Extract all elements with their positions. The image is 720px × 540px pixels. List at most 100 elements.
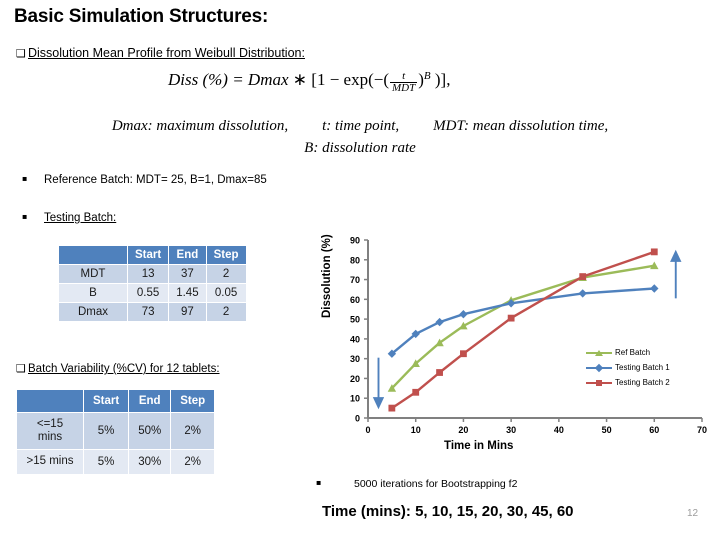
formula-definitions: Dmax: maximum dissolution, t: time point,… [0, 116, 720, 160]
table-header-corner [58, 245, 128, 265]
table-header-end: End [128, 389, 172, 413]
chart-data-point [650, 284, 659, 293]
bullet-dissolution-profile: ❑ Dissolution Mean Profile from Weibull D… [16, 46, 305, 60]
chart-x-tick-label: 60 [649, 425, 659, 435]
chart-y-tick-label: 10 [350, 394, 360, 404]
table-row: <=15 mins 5% 50% 2% [16, 411, 216, 451]
batch-variability-table: Start End Step <=15 mins 5% 50% 2% >15 m… [16, 389, 216, 475]
cell-dmax-step: 2 [205, 302, 247, 322]
cell-le15-end: 50% [128, 411, 172, 451]
formula-operator: ∗ [1 − exp(−( [292, 70, 389, 90]
row-label-mdt: MDT [58, 264, 128, 284]
table-row: >15 mins 5% 30% 2% [16, 449, 216, 475]
bullet-bootstrap: ▪ 5000 iterations for Bootstrapping f2 [316, 478, 517, 490]
formula-fraction-denominator: MDT [392, 82, 416, 95]
small-square-bullet-icon: ▪ [22, 174, 28, 183]
formula-definitions-row-2: B: dissolution rate [0, 138, 720, 160]
cell-gt15-step: 2% [170, 449, 216, 475]
chart-legend-swatch-triangle-icon [586, 348, 612, 358]
table-row: Dmax 73 97 2 [58, 302, 247, 322]
cell-gt15-start: 5% [82, 449, 130, 475]
chart-x-tick-label: 0 [365, 425, 370, 435]
cell-le15-step: 2% [170, 411, 216, 451]
row-label-gt15mins: >15 mins [16, 449, 84, 475]
chart-x-tick-label: 50 [602, 425, 612, 435]
row-label-dmax: Dmax [58, 302, 128, 322]
chart-x-axis-title: Time in Mins [444, 440, 514, 452]
chart-legend-item: Testing Batch 2 [586, 375, 670, 390]
table-header-end: End [168, 245, 207, 265]
row-label-le15mins: <=15 mins [16, 411, 84, 451]
slide-canvas: Basic Simulation Structures: ❑ Dissolutio… [0, 0, 720, 540]
cell-mdt-step: 2 [205, 264, 247, 284]
chart-x-tick-label: 10 [411, 425, 421, 435]
chart-data-point [412, 388, 420, 396]
chart-x-tick-label: 40 [554, 425, 564, 435]
chart-series-line [391, 287, 655, 355]
definition-b: B: dissolution rate [304, 139, 416, 156]
chart-legend-swatch-diamond-icon [586, 363, 612, 373]
table-row: B 0.55 1.45 0.05 [58, 283, 247, 303]
chart-legend-item: Ref Batch [586, 345, 670, 360]
bullet-batch-variability: ❑ Batch Variability (%CV) for 12 tablets: [16, 362, 220, 375]
chart-legend-label: Testing Batch 1 [615, 363, 670, 372]
chart-y-tick-label: 30 [350, 354, 360, 364]
cell-gt15-end: 30% [128, 449, 172, 475]
chart-y-tick-label: 90 [350, 236, 360, 246]
definition-dmax: Dmax: maximum dissolution, [111, 118, 289, 134]
chart-data-point [579, 273, 587, 280]
chart-y-tick-label: 70 [350, 275, 360, 285]
chart-x-tick-label: 30 [506, 425, 516, 435]
weibull-formula: Diss (%) = Dmax ∗ [1 − exp(−(t MDT)B )], [168, 70, 450, 95]
dissolution-profile-chart: 0 10 20 30 40 50 60 70 80 90 0 10 20 30 40 50 60 70 Disso… [321, 232, 716, 464]
page-number: 12 [687, 508, 699, 519]
formula-fraction: t MDT [390, 70, 418, 95]
cell-le15-start: 5% [82, 411, 130, 451]
formula-exponent: B [423, 70, 431, 82]
small-square-bullet-icon: ▪ [22, 212, 28, 221]
definition-mdt: MDT: mean dissolution time, [433, 118, 609, 134]
timepoints-label: Time (mins): 5, 10, 15, 20, 30, 45, 60 [322, 503, 574, 520]
table-row: MDT 13 37 2 [58, 264, 247, 284]
bullet-reference-batch-label: Reference Batch: MDT= 25, B=1, Dmax=85 [44, 174, 267, 186]
chart-x-tick-label: 70 [697, 425, 707, 435]
cell-b-end: 1.45 [168, 283, 207, 303]
chart-y-tick-label: 40 [350, 334, 360, 344]
table-header-start: Start [126, 245, 170, 265]
cell-mdt-end: 37 [168, 264, 207, 284]
chart-legend: Ref Batch Testing Batch 1 Testing Batch 2 [586, 345, 670, 390]
chart-y-tick-label: 80 [350, 255, 360, 265]
bullet-testing-batch: ▪ Testing Batch: [22, 212, 116, 224]
chart-data-point [507, 314, 515, 322]
chart-data-point [435, 317, 444, 327]
chart-legend-label: Ref Batch [615, 348, 651, 357]
chart-data-point [459, 310, 468, 319]
cell-mdt-start: 13 [126, 264, 170, 284]
square-bullet-icon: ❑ [16, 362, 26, 375]
cell-b-start: 0.55 [126, 283, 170, 303]
chart-legend-swatch-square-icon [586, 378, 612, 388]
simulation-parameters-table: Start End Step MDT 13 37 2 B 0.55 1.45 0… [58, 245, 247, 322]
chart-x-tick-label: 20 [458, 425, 468, 435]
table-header-row: Start End Step [58, 245, 247, 265]
formula-definitions-row-1: Dmax: maximum dissolution, t: time point,… [0, 116, 720, 138]
page-title: Basic Simulation Structures: [14, 6, 269, 27]
row-label-b: B [58, 283, 128, 303]
definition-t: t: time point, [322, 118, 400, 134]
chart-data-point [436, 369, 443, 376]
cell-dmax-start: 73 [126, 302, 170, 322]
small-square-bullet-icon: ▪ [316, 478, 322, 487]
chart-legend-label: Testing Batch 2 [615, 378, 670, 387]
chart-data-point [650, 248, 658, 256]
table-header-step: Step [205, 245, 247, 265]
table-header-start: Start [82, 389, 130, 413]
bullet-reference-batch: ▪ Reference Batch: MDT= 25, B=1, Dmax=85 [22, 174, 267, 186]
cell-b-step: 0.05 [205, 283, 247, 303]
bullet-batch-variability-label: Batch Variability (%CV) for 12 tablets: [28, 363, 220, 375]
bullet-bootstrap-label: 5000 iterations for Bootstrapping f2 [354, 478, 518, 490]
formula-lhs: Diss (%) = Dmax [168, 70, 289, 90]
chart-y-tick-label: 20 [350, 374, 360, 384]
bullet-testing-batch-label: Testing Batch: [44, 212, 117, 224]
square-bullet-icon: ❑ [16, 47, 26, 60]
table-header-corner [16, 389, 84, 413]
